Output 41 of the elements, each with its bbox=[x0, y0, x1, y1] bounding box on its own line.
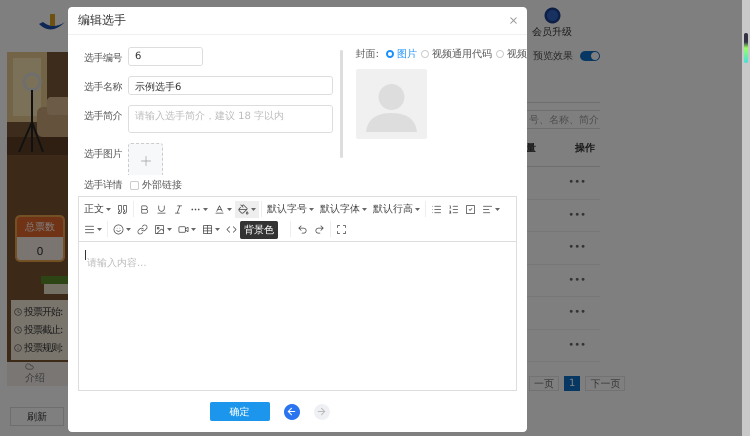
page-button[interactable]: 1 bbox=[564, 376, 580, 391]
font-family-select[interactable]: 默认字体 bbox=[317, 200, 370, 218]
font-size-select[interactable]: 默认字号 bbox=[264, 200, 317, 218]
external-link-checkbox[interactable]: 外部链接 bbox=[130, 178, 182, 192]
intro-tab[interactable]: 介绍 bbox=[25, 371, 45, 385]
next-page-button[interactable]: 下一页 bbox=[585, 376, 626, 391]
field-label: 选手简介 bbox=[84, 110, 123, 123]
dialog-title: 编辑选手 bbox=[78, 12, 126, 29]
cover-radio[interactable]: 视频通用代码 bbox=[421, 47, 492, 61]
paragraph-select[interactable]: 正文 bbox=[81, 200, 114, 218]
more-button[interactable]: ••• bbox=[568, 242, 586, 254]
field-label: 选手图片 bbox=[84, 148, 124, 161]
more-button[interactable]: ••• bbox=[568, 307, 586, 318]
stat-label: 总票数 bbox=[17, 217, 63, 237]
more-button[interactable]: ••• bbox=[568, 210, 586, 221]
vip-label: 会员升级 bbox=[532, 26, 572, 38]
cover-label: 封面: bbox=[356, 48, 379, 61]
tooltip: 背景色 bbox=[240, 220, 278, 238]
editor-area[interactable]: 请输入内容... bbox=[79, 242, 516, 390]
more-button[interactable]: ••• bbox=[568, 177, 586, 188]
more-button[interactable]: ••• bbox=[568, 274, 586, 286]
preview-label: 预览效果 bbox=[533, 50, 573, 63]
rule-text: 投票规则: bbox=[24, 342, 62, 355]
cover-radio[interactable]: 图片 bbox=[386, 47, 417, 61]
refresh-button[interactable]: 刷新 bbox=[10, 407, 64, 426]
column-header: 操作 bbox=[574, 142, 596, 154]
cover-radio[interactable]: 视频 bbox=[496, 47, 527, 61]
field-label: 选手名称 bbox=[84, 80, 123, 94]
stat-value: 0 bbox=[36, 245, 44, 258]
confirm-button[interactable]: 确定 bbox=[210, 402, 270, 421]
rule-text: 投票截止: bbox=[24, 324, 62, 337]
name-field[interactable]: 示例选手6 bbox=[128, 76, 333, 95]
field-label: 选手详情 bbox=[84, 178, 124, 192]
intro-field[interactable]: 请输入选手简介，建议 18 字以内 bbox=[128, 105, 333, 133]
number-field[interactable]: 6 bbox=[128, 47, 203, 66]
rule-text: 投票开始: bbox=[24, 306, 62, 319]
more-button[interactable]: ••• bbox=[568, 340, 586, 351]
column-header: 量 bbox=[526, 142, 537, 154]
prev-page-button[interactable]: 一页 bbox=[529, 376, 559, 391]
line-height-select[interactable]: 默认行高 bbox=[370, 200, 423, 218]
field-label: 选手编号 bbox=[84, 52, 123, 65]
